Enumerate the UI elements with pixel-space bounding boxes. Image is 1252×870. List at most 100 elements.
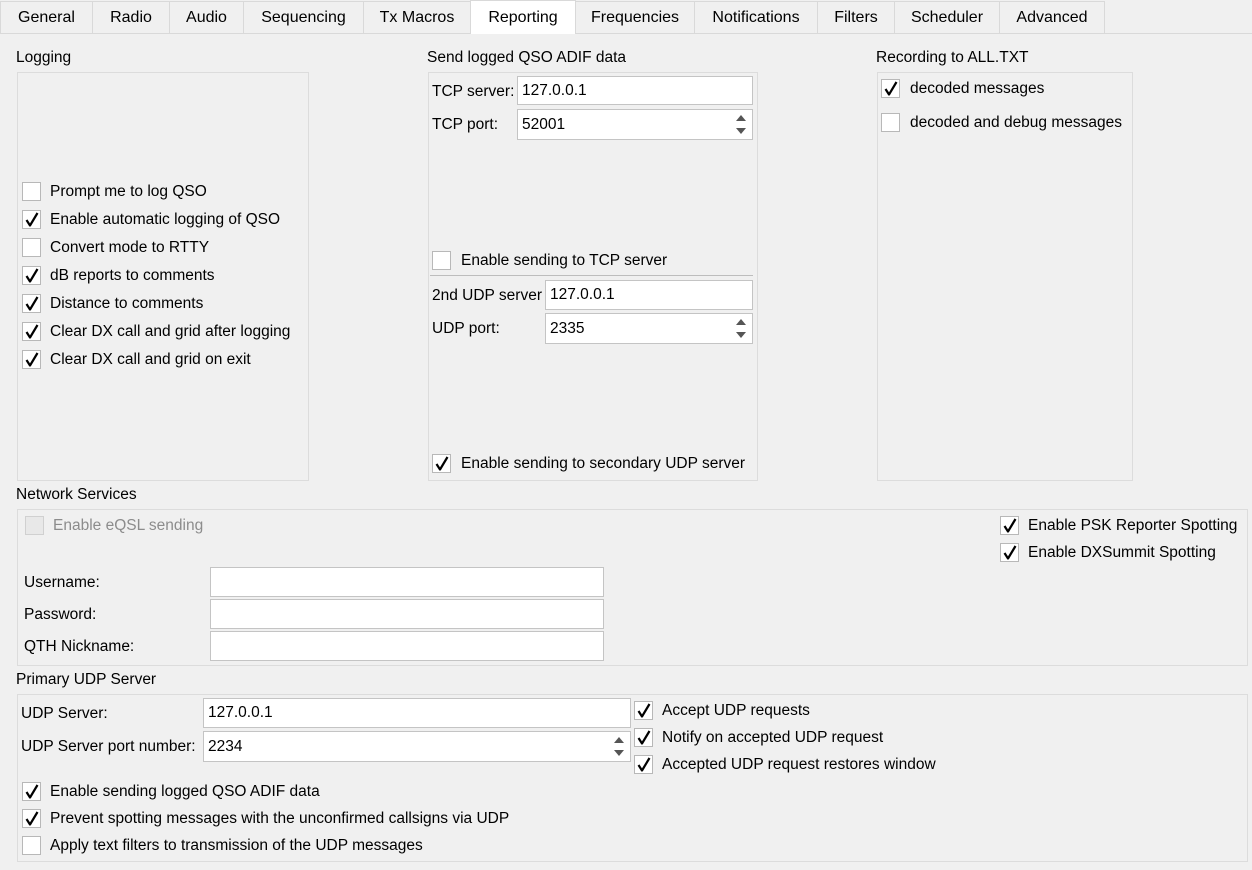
prevent-spotting-label: Prevent spotting messages with the uncon… (50, 810, 510, 827)
checkmark-icon (25, 324, 39, 339)
prompt-log-qso-label: Prompt me to log QSO (50, 183, 207, 200)
enable-tcp-checkbox[interactable] (432, 251, 451, 270)
udp-adif-label: Enable sending logged QSO ADIF data (50, 783, 320, 800)
network-group-title: Network Services (16, 486, 137, 503)
clear-after-logging-checkbox[interactable] (22, 322, 41, 341)
enable-udp2-checkbox[interactable] (432, 454, 451, 473)
checkmark-icon (25, 784, 39, 799)
checkmark-icon (25, 296, 39, 311)
spin-up-arrow-icon[interactable] (731, 315, 751, 329)
db-reports-label: dB reports to comments (50, 267, 215, 284)
password-input[interactable] (210, 599, 604, 629)
checkmark-icon (637, 757, 651, 772)
udp-port-spinbox[interactable]: 2335 (545, 313, 753, 344)
apply-filters-label: Apply text filters to transmission of th… (50, 837, 423, 854)
tab-filters[interactable]: Filters (817, 1, 895, 33)
username-label: Username: (24, 574, 100, 591)
udp-adif-checkbox[interactable] (22, 782, 41, 801)
spin-up-arrow-icon[interactable] (731, 111, 751, 125)
qth-nickname-input[interactable] (210, 631, 604, 661)
checkmark-icon (25, 811, 39, 826)
psk-reporter-checkbox[interactable] (1000, 516, 1019, 535)
adif-group-title: Send logged QSO ADIF data (427, 49, 627, 66)
enable-udp2-label: Enable sending to secondary UDP server (461, 455, 746, 472)
restore-window-label: Accepted UDP request restores window (662, 756, 936, 773)
checkmark-icon (884, 81, 898, 96)
tab-audio[interactable]: Audio (169, 1, 244, 33)
qth-nickname-label: QTH Nickname: (24, 638, 135, 655)
udp-port-value: 2335 (550, 319, 585, 337)
distance-comments-label: Distance to comments (50, 295, 204, 312)
udp-port-spin-buttons (731, 315, 751, 342)
tcp-server-input[interactable]: 127.0.0.1 (517, 76, 753, 105)
decoded-debug-checkbox[interactable] (881, 113, 900, 132)
spin-down-arrow-icon[interactable] (609, 747, 629, 761)
udp-port-number-value: 2234 (208, 737, 243, 755)
tab-bar: General Radio Audio Sequencing Tx Macros… (0, 0, 1252, 34)
prevent-spotting-checkbox[interactable] (22, 809, 41, 828)
recording-group (877, 72, 1133, 481)
tab-radio[interactable]: Radio (92, 1, 170, 33)
clear-after-logging-label: Clear DX call and grid after logging (50, 323, 291, 340)
tab-sequencing[interactable]: Sequencing (243, 1, 364, 33)
tcp-port-spin-buttons (731, 111, 751, 138)
convert-rtty-checkbox[interactable] (22, 238, 41, 257)
enable-tcp-label: Enable sending to TCP server (461, 252, 668, 269)
adif-separator (430, 275, 753, 276)
tab-advanced[interactable]: Advanced (999, 1, 1105, 33)
eqsl-label: Enable eQSL sending (53, 517, 204, 534)
udp2-server-label: 2nd UDP server (432, 287, 542, 304)
logging-group-title: Logging (16, 49, 72, 66)
convert-rtty-label: Convert mode to RTTY (50, 239, 210, 256)
udp2-server-input[interactable]: 127.0.0.1 (545, 280, 753, 310)
checkmark-icon (25, 268, 39, 283)
tab-general[interactable]: General (0, 1, 93, 33)
udp-group-title: Primary UDP Server (16, 671, 157, 688)
notify-udp-label: Notify on accepted UDP request (662, 729, 884, 746)
auto-logging-label: Enable automatic logging of QSO (50, 211, 281, 228)
checkmark-icon (1003, 518, 1017, 533)
tcp-port-spinbox[interactable]: 52001 (517, 109, 753, 140)
restore-window-checkbox[interactable] (634, 755, 653, 774)
tab-notifications[interactable]: Notifications (694, 1, 818, 33)
clear-on-exit-label: Clear DX call and grid on exit (50, 351, 251, 368)
dxsummit-label: Enable DXSummit Spotting (1028, 544, 1216, 561)
udp-server-label: UDP Server: (21, 705, 108, 722)
db-reports-checkbox[interactable] (22, 266, 41, 285)
clear-on-exit-checkbox[interactable] (22, 350, 41, 369)
spin-down-arrow-icon[interactable] (731, 329, 751, 343)
tcp-server-label: TCP server: (432, 83, 515, 100)
checkmark-icon (1003, 545, 1017, 560)
checkmark-icon (435, 456, 449, 471)
accept-udp-label: Accept UDP requests (662, 702, 810, 719)
password-label: Password: (24, 606, 97, 623)
udp-port-number-spinbox[interactable]: 2234 (203, 731, 631, 762)
decoded-messages-label: decoded messages (910, 80, 1045, 97)
distance-comments-checkbox[interactable] (22, 294, 41, 313)
checkmark-icon (25, 352, 39, 367)
recording-group-title: Recording to ALL.TXT (876, 49, 1029, 66)
spin-down-arrow-icon[interactable] (731, 125, 751, 139)
auto-logging-checkbox[interactable] (22, 210, 41, 229)
tab-reporting[interactable]: Reporting (470, 0, 576, 34)
username-input[interactable] (210, 567, 604, 597)
udp-server-input[interactable]: 127.0.0.1 (203, 698, 631, 728)
checkmark-icon (25, 212, 39, 227)
udp-port-number-spin-buttons (609, 733, 629, 760)
accept-udp-checkbox[interactable] (634, 701, 653, 720)
tab-tx-macros[interactable]: Tx Macros (363, 1, 471, 33)
tab-frequencies[interactable]: Frequencies (575, 1, 695, 33)
prompt-log-qso-checkbox[interactable] (22, 182, 41, 201)
udp-port-label: UDP port: (432, 320, 500, 337)
decoded-debug-label: decoded and debug messages (910, 114, 1122, 131)
eqsl-checkbox[interactable] (25, 516, 44, 535)
udp-port-number-label: UDP Server port number: (21, 738, 196, 755)
tcp-port-value: 52001 (522, 115, 566, 133)
apply-filters-checkbox[interactable] (22, 836, 41, 855)
tab-scheduler[interactable]: Scheduler (894, 1, 1000, 33)
notify-udp-checkbox[interactable] (634, 728, 653, 747)
decoded-messages-checkbox[interactable] (881, 79, 900, 98)
dxsummit-checkbox[interactable] (1000, 543, 1019, 562)
tcp-port-label: TCP port: (432, 116, 499, 133)
spin-up-arrow-icon[interactable] (609, 733, 629, 747)
